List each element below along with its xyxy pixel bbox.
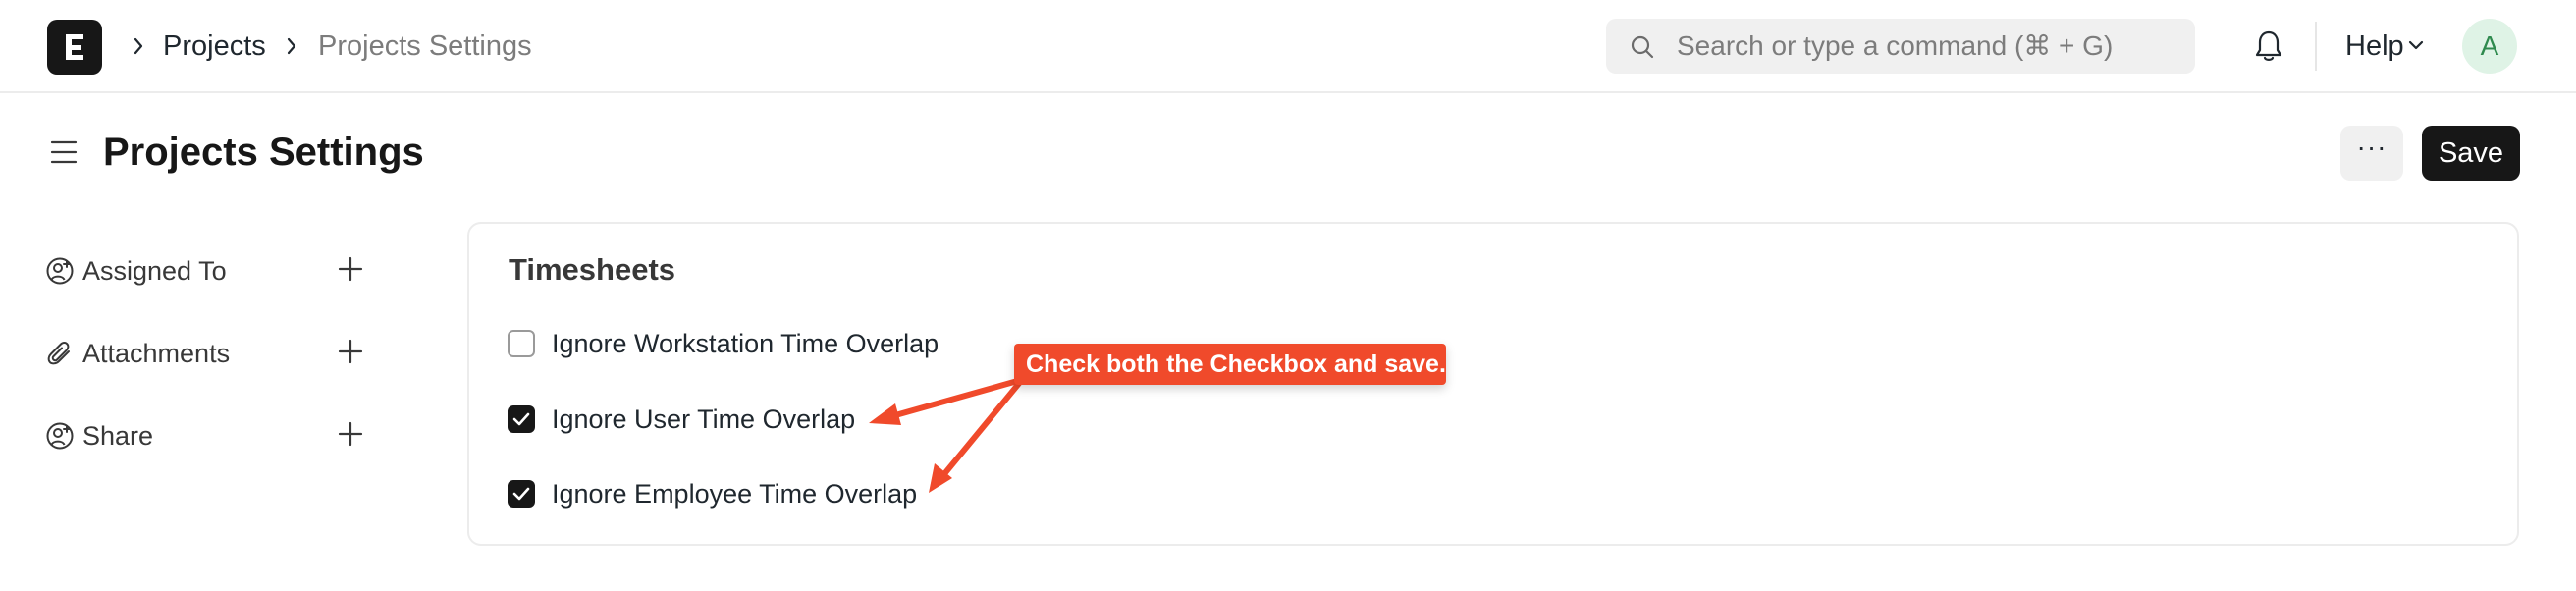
annotation-arrows bbox=[869, 377, 1024, 493]
annotation-text: Check both the Checkbox and save. bbox=[1026, 350, 1446, 378]
arrow-to-employee-overlap bbox=[929, 378, 1024, 493]
arrow-to-user-overlap bbox=[869, 377, 1024, 425]
annotation-callout: Check both the Checkbox and save. bbox=[1014, 344, 1446, 385]
